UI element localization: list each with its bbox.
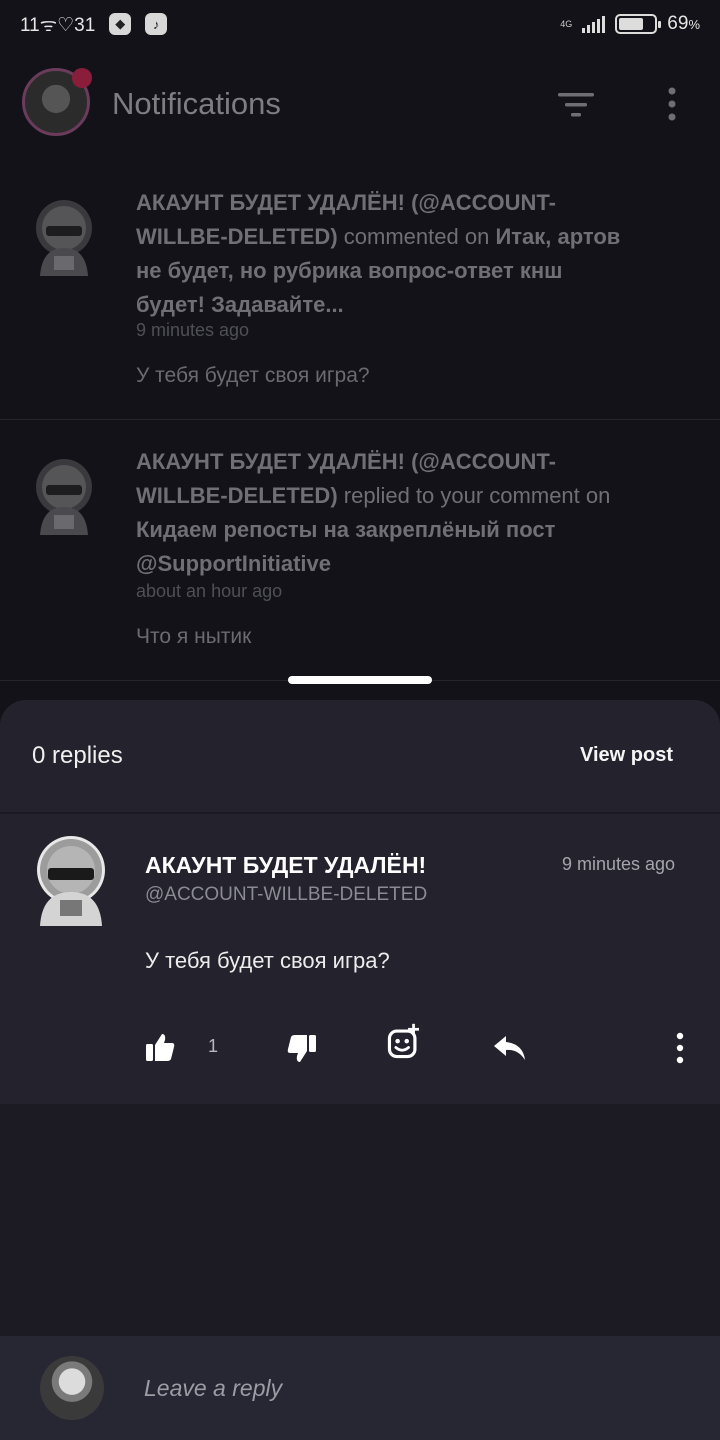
- replies-count: 0 replies: [32, 742, 123, 769]
- filter-icon[interactable]: [556, 90, 596, 120]
- status-time: 11ᯤ♡31: [20, 15, 96, 36]
- sheet-header: 0 replies View post: [0, 700, 720, 814]
- sheet-drag-handle[interactable]: [288, 676, 432, 684]
- add-reaction-icon[interactable]: [384, 1022, 424, 1062]
- notification-time: 9 minutes ago: [136, 320, 250, 340]
- app-notification-icon: ◆: [109, 13, 132, 35]
- comment-body: У тебя будет своя игра?: [145, 948, 390, 973]
- unread-dot: [72, 68, 92, 88]
- comment-author-handle[interactable]: @ACCOUNT-WILLBE-DELETED: [145, 884, 427, 906]
- like-count: 1: [208, 1036, 219, 1056]
- notification-item[interactable]: АКАУНТ БУДЕТ УДАЛЁН! (@ACCOUNT-WILLBE-DE…: [0, 421, 720, 681]
- app-header: Notifications: [0, 48, 720, 162]
- user-avatar[interactable]: [34, 834, 108, 926]
- signal-icon: [582, 15, 606, 33]
- notification-snippet: Что я нытик: [136, 625, 252, 648]
- user-avatar: [36, 200, 92, 276]
- comment-author-name[interactable]: АКАУНТ БУДЕТ УДАЛЁН!: [145, 852, 426, 879]
- notifications-page: Notifications АКАУНТ БУДЕТ УДАЛЁН! (@ACC…: [0, 48, 720, 700]
- notification-snippet: У тебя будет своя игра?: [136, 364, 370, 387]
- current-user-avatar: [40, 1356, 104, 1420]
- more-vertical-icon[interactable]: [660, 86, 684, 122]
- view-post-button[interactable]: View post: [580, 744, 673, 767]
- replies-list-empty: [0, 1104, 720, 1336]
- notification-item[interactable]: АКАУНТ БУДЕТ УДАЛЁН! (@ACCOUNT-WILLBE-DE…: [0, 162, 720, 420]
- reply-input[interactable]: [144, 1370, 664, 1406]
- network-label: 4G: [560, 19, 573, 29]
- battery-icon: [615, 14, 662, 34]
- replies-sheet: 0 replies View post АКАУНТ БУДЕТ УДАЛЁН!…: [0, 700, 720, 1440]
- notification-text: АКАУНТ БУДЕТ УДАЛЁН! (@ACCOUNT-WILLBE-DE…: [136, 449, 611, 576]
- notification-text: АКАУНТ БУДЕТ УДАЛЁН! (@ACCOUNT-WILLBE-DE…: [136, 190, 621, 317]
- comment-actions: 1: [0, 1022, 720, 1078]
- thumbs-up-icon[interactable]: [140, 1028, 180, 1068]
- user-avatar: [36, 459, 92, 535]
- page-title: Notifications: [112, 86, 281, 121]
- reply-icon[interactable]: [490, 1028, 530, 1068]
- comment-card: АКАУНТ БУДЕТ УДАЛЁН! @ACCOUNT-WILLBE-DEL…: [0, 816, 720, 1104]
- tiktok-icon: ♪: [145, 13, 168, 35]
- status-bar: 11ᯤ♡31 ◆ ♪ 4G 69%: [0, 0, 720, 48]
- more-vertical-icon[interactable]: [664, 1028, 696, 1068]
- reply-composer: [0, 1336, 720, 1440]
- notification-time: about an hour ago: [136, 581, 283, 601]
- battery-percent: 69%: [667, 13, 700, 34]
- comment-time: 9 minutes ago: [562, 854, 676, 874]
- thumbs-down-icon[interactable]: [282, 1028, 322, 1068]
